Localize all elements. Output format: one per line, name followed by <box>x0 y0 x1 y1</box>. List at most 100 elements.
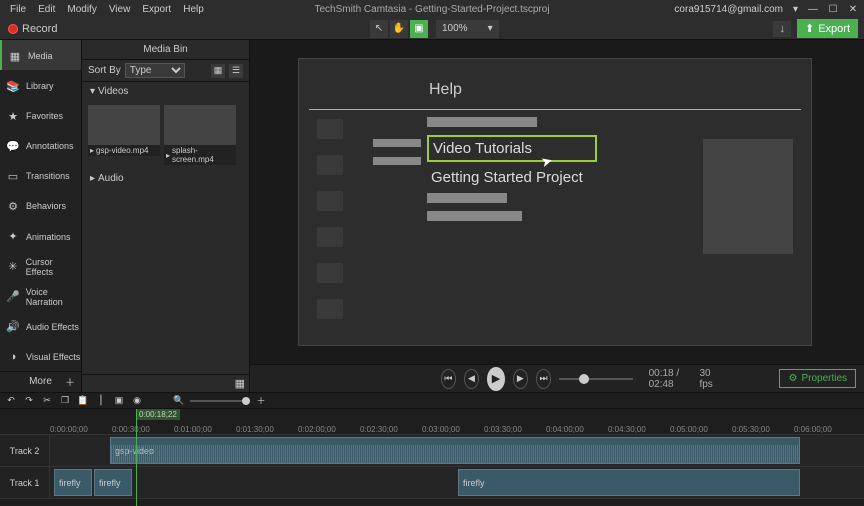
placeholder-bar <box>427 117 537 127</box>
menu-help[interactable]: Help <box>177 2 210 17</box>
books-icon <box>317 155 343 175</box>
sidebar-item-animations[interactable]: ✦Animations <box>0 220 81 250</box>
zoom-dropdown[interactable]: 100% ▾ <box>436 20 499 38</box>
copy-icon[interactable]: ❐ <box>58 395 72 407</box>
step-fwd-button[interactable]: ▶ <box>513 369 528 389</box>
track-label[interactable]: Track 2 <box>0 435 50 466</box>
clip-label: firefly <box>99 478 121 488</box>
crop-tool-icon[interactable]: ▣ <box>410 20 428 38</box>
ruler-tick: 0:02:00;00 <box>298 425 360 434</box>
thumbnail-image <box>88 105 160 145</box>
clip-firefly[interactable]: firefly <box>54 469 92 496</box>
maximize-icon[interactable]: ☐ <box>824 2 842 16</box>
help-getting-started[interactable]: Getting Started Project <box>427 166 597 189</box>
menu-export[interactable]: Export <box>136 2 177 17</box>
track-content[interactable]: gsp-video <box>50 435 864 466</box>
user-dropdown-icon[interactable]: ▾ <box>789 2 802 17</box>
timecode: 00:18 / 02:48 <box>649 368 692 390</box>
redo-icon[interactable]: ↷ <box>22 395 36 407</box>
timeline-zoom-slider[interactable] <box>190 400 250 402</box>
sidebar-item-cursor-effects[interactable]: ✳Cursor Effects <box>0 251 81 281</box>
sidebar-item-behaviors[interactable]: ⚙Behaviors <box>0 190 81 220</box>
plane-icon <box>317 299 343 319</box>
transition-icon: ▭ <box>6 170 20 183</box>
sidebar-more[interactable]: More ＋ <box>0 371 81 392</box>
track-label[interactable]: Track 1 <box>0 467 50 498</box>
timeline: ↶ ↷ ✂ ❐ 📋 ⎮ ▣ ◉ 🔍 ＋ 0:00:18;22 0:00:00;0… <box>0 392 864 506</box>
cut-icon[interactable]: ✂ <box>40 395 54 407</box>
pan-tool-icon[interactable]: ✋ <box>390 20 408 38</box>
paste-icon[interactable]: 📋 <box>76 395 90 407</box>
sidebar-item-audio-effects[interactable]: 🔊Audio Effects <box>0 311 81 341</box>
clip-firefly[interactable]: firefly <box>458 469 800 496</box>
prev-frame-button[interactable]: ⏮ <box>441 369 456 389</box>
preview-canvas[interactable]: Help Video Tutorials Gettin <box>298 58 812 346</box>
grid-view-icon[interactable]: ▦ <box>211 64 225 78</box>
preview-content: Help Video Tutorials Gettin <box>309 71 801 309</box>
window-title: TechSmith Camtasia - Getting-Started-Pro… <box>314 4 549 15</box>
close-icon[interactable]: ✕ <box>844 2 862 16</box>
menu-edit[interactable]: Edit <box>32 2 61 17</box>
split-icon[interactable]: ⎮ <box>94 395 108 407</box>
star-icon: ★ <box>6 110 20 123</box>
minimize-icon[interactable]: — <box>804 2 822 16</box>
thumb-label: splash-screen.mp4 <box>172 146 234 164</box>
speaker-icon: 🔊 <box>6 320 20 333</box>
sort-dropdown[interactable]: Type <box>125 63 185 78</box>
camera-icon[interactable]: ◉ <box>130 395 144 407</box>
download-icon[interactable]: ↓ <box>773 21 791 37</box>
properties-label: Properties <box>801 373 847 384</box>
sidebar-item-label: Voice Narration <box>26 287 81 307</box>
menu-file[interactable]: File <box>4 2 32 17</box>
zoom-in-icon[interactable]: ＋ <box>254 395 268 407</box>
sidebar-item-transitions[interactable]: ▭Transitions <box>0 160 81 190</box>
video-icon: ▸ <box>166 151 170 160</box>
plus-icon[interactable]: ＋ <box>65 374 75 389</box>
clip-firefly[interactable]: firefly <box>94 469 132 496</box>
category-audio[interactable]: ▸Audio <box>82 169 249 188</box>
sidebar-item-visual-effects[interactable]: ◑Visual Effects <box>0 341 81 371</box>
select-tool-icon[interactable]: ↖ <box>370 20 388 38</box>
sidebar-item-annotations[interactable]: 💬Annotations <box>0 130 81 160</box>
crop-icon[interactable]: ▣ <box>112 395 126 407</box>
thumbnail-image <box>164 105 236 145</box>
speed-slider[interactable] <box>559 378 632 380</box>
list-view-icon[interactable]: ☰ <box>229 64 243 78</box>
record-button[interactable]: Record <box>0 21 65 37</box>
main-area: ▦Media 📚Library ★Favorites 💬Annotations … <box>0 40 864 392</box>
menu-modify[interactable]: Modify <box>61 2 102 17</box>
ruler-tick: 0:04:00;00 <box>546 425 608 434</box>
export-button[interactable]: ⬆ Export <box>797 19 858 38</box>
menubar: File Edit Modify View Export Help TechSm… <box>0 0 864 18</box>
category-videos[interactable]: ▾Videos <box>82 82 249 101</box>
play-button[interactable]: ▶ <box>487 367 505 391</box>
media-thumb[interactable]: ▸splash-screen.mp4 <box>164 105 236 165</box>
slider-knob[interactable] <box>242 397 250 405</box>
zoom-out-icon[interactable]: 🔍 <box>172 395 186 407</box>
filmstrip-icon <box>317 119 343 139</box>
undo-icon[interactable]: ↶ <box>4 395 18 407</box>
media-thumb[interactable]: ▸gsp-video.mp4 <box>88 105 160 165</box>
sidebar-item-voice-narration[interactable]: 🎤 Voice Narration <box>0 281 81 311</box>
ruler-tick: 0:06:00;00 <box>794 425 856 434</box>
thumb-label: gsp-video.mp4 <box>96 146 148 155</box>
effects-icon: ◑ <box>6 351 20 363</box>
step-back-button[interactable]: ◀ <box>464 369 479 389</box>
user-account[interactable]: cora915714@gmail.com <box>670 2 787 17</box>
sidebar-item-label: Annotations <box>26 141 74 151</box>
clip-gsp-video[interactable]: gsp-video <box>110 437 800 464</box>
track-content[interactable]: firefly firefly firefly <box>50 467 864 498</box>
media-bin-grid-icon[interactable]: ▦ <box>235 377 245 390</box>
ruler-tick: 0:04:30;00 <box>608 425 670 434</box>
toolbar: Record ↖ ✋ ▣ 100% ▾ ↓ ⬆ Export <box>0 18 864 40</box>
next-frame-button[interactable]: ⏭ <box>536 369 551 389</box>
mic-icon: 🎤 <box>6 290 20 303</box>
menu-view[interactable]: View <box>103 2 137 17</box>
sidebar-item-favorites[interactable]: ★Favorites <box>0 100 81 130</box>
sidebar-item-library[interactable]: 📚Library <box>0 70 81 100</box>
slider-knob[interactable] <box>579 374 589 384</box>
help-video-tutorials[interactable]: Video Tutorials <box>427 135 597 162</box>
properties-button[interactable]: ⚙ Properties <box>779 369 856 388</box>
sidebar-item-media[interactable]: ▦Media <box>0 40 81 70</box>
timeline-ruler[interactable]: 0:00:18;22 0:00:00;00 0:00:30;00 0:01:00… <box>0 409 864 435</box>
